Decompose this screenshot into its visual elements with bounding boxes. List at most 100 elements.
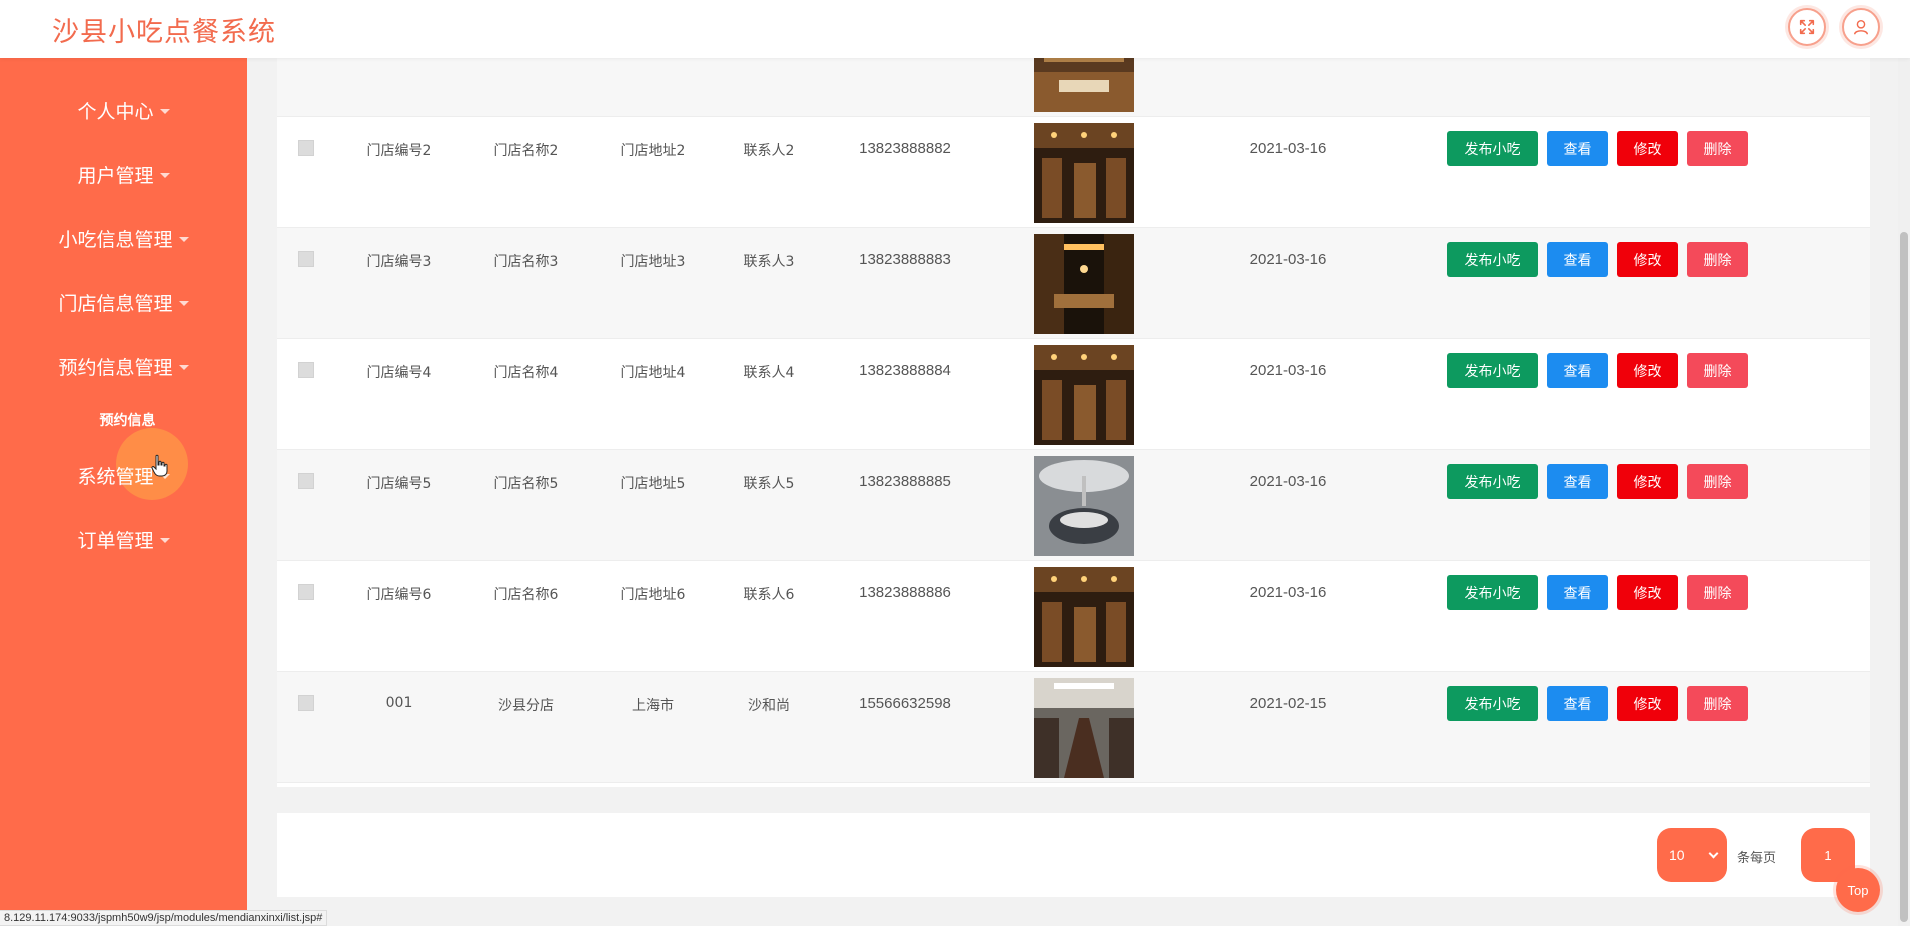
pagination: 10 条每页 1	[277, 813, 1870, 897]
store-image	[1034, 234, 1134, 334]
view-button[interactable]: 查看	[1547, 353, 1608, 388]
scrollbar-thumb[interactable]	[1900, 232, 1908, 922]
row-checkbox[interactable]	[298, 584, 314, 600]
view-button[interactable]: 查看	[1547, 464, 1608, 499]
delete-button[interactable]: 删除	[1687, 464, 1748, 499]
fullscreen-icon	[1799, 19, 1815, 35]
cell-store-name: 门店名称2	[493, 143, 559, 159]
cell-store-code: 门店编号5	[366, 476, 432, 492]
store-image	[1034, 456, 1134, 556]
sidebar-item-personal-center[interactable]: 个人中心	[0, 90, 247, 130]
cell-contact: 联系人2	[743, 143, 795, 159]
table-row	[277, 58, 1870, 117]
edit-button[interactable]: 修改	[1617, 131, 1678, 166]
cell-store-name: 门店名称5	[493, 476, 559, 492]
cell-store-code: 门店编号4	[366, 365, 432, 381]
row-checkbox[interactable]	[298, 473, 314, 489]
table-row: 门店编号5 门店名称5 门店地址5 联系人5 13823888885 2021-…	[277, 450, 1870, 561]
view-button[interactable]: 查看	[1547, 686, 1608, 721]
app-title: 沙县小吃点餐系统	[52, 17, 276, 48]
cell-store-code: 门店编号6	[366, 587, 432, 603]
sidebar-item-label: 小吃信息管理	[58, 228, 173, 251]
store-table: 门店编号2 门店名称2 门店地址2 联系人2 13823888882 2021-…	[277, 58, 1870, 787]
row-checkbox[interactable]	[298, 695, 314, 711]
cell-store-address: 门店地址6	[620, 587, 686, 603]
sidebar-item-label: 用户管理	[77, 164, 154, 187]
sidebar-item-label: 预约信息管理	[58, 356, 173, 379]
sidebar-item-store-management[interactable]: 门店信息管理	[0, 282, 247, 322]
hand-cursor-icon	[151, 454, 168, 477]
view-button[interactable]: 查看	[1547, 131, 1608, 166]
caret-down-icon	[178, 300, 189, 306]
cell-store-code: 门店编号2	[366, 143, 432, 159]
caret-down-icon	[159, 108, 170, 114]
store-image	[1034, 345, 1134, 445]
sidebar-item-snack-management[interactable]: 小吃信息管理	[0, 218, 247, 258]
view-button[interactable]: 查看	[1547, 575, 1608, 610]
cell-store-name: 门店名称4	[493, 365, 559, 381]
sidebar-item-reservation-management[interactable]: 预约信息管理	[0, 346, 247, 386]
sidebar-item-label: 个人中心	[77, 100, 154, 123]
publish-snack-button[interactable]: 发布小吃	[1447, 242, 1538, 277]
cell-contact: 联系人4	[743, 365, 795, 381]
edit-button[interactable]: 修改	[1617, 686, 1678, 721]
edit-button[interactable]: 修改	[1617, 464, 1678, 499]
cell-contact: 联系人5	[743, 476, 795, 492]
table-row: 门店编号3 门店名称3 门店地址3 联系人3 13823888883 2021-…	[277, 228, 1870, 339]
delete-button[interactable]: 删除	[1687, 131, 1748, 166]
publish-snack-button[interactable]: 发布小吃	[1447, 131, 1538, 166]
user-button[interactable]	[1842, 8, 1880, 46]
cell-phone: 15566632598	[859, 695, 951, 712]
cell-store-address: 门店地址4	[620, 365, 686, 381]
caret-down-icon	[159, 172, 170, 178]
view-button[interactable]: 查看	[1547, 242, 1608, 277]
cell-date: 2021-03-16	[1249, 140, 1327, 157]
sidebar-item-label: 订单管理	[77, 529, 154, 552]
cell-store-address: 门店地址2	[620, 143, 686, 159]
cell-store-code: 门店编号3	[366, 254, 432, 270]
store-image	[1034, 58, 1134, 112]
row-checkbox[interactable]	[298, 140, 314, 156]
cell-phone: 13823888885	[859, 473, 951, 490]
delete-button[interactable]: 删除	[1687, 686, 1748, 721]
delete-button[interactable]: 删除	[1687, 242, 1748, 277]
edit-button[interactable]: 修改	[1617, 575, 1678, 610]
cell-store-name: 沙县分店	[498, 698, 554, 714]
sidebar-item-system-management[interactable]: 系统管理	[0, 455, 247, 495]
sidebar-item-order-management[interactable]: 订单管理	[0, 519, 247, 559]
cell-store-address: 门店地址3	[620, 254, 686, 270]
publish-snack-button[interactable]: 发布小吃	[1447, 575, 1538, 610]
cell-date: 2021-02-15	[1249, 695, 1327, 712]
fullscreen-button[interactable]	[1788, 8, 1826, 46]
cell-store-address: 门店地址5	[620, 476, 686, 492]
table-row: 门店编号2 门店名称2 门店地址2 联系人2 13823888882 2021-…	[277, 117, 1870, 228]
store-image	[1034, 567, 1134, 667]
delete-button[interactable]: 删除	[1687, 353, 1748, 388]
cell-date: 2021-03-16	[1249, 251, 1327, 268]
cell-store-name: 门店名称3	[493, 254, 559, 270]
sidebar: 个人中心 用户管理 小吃信息管理 门店信息管理 预约信息管理 预约信息 系统管理…	[0, 58, 247, 926]
back-to-top-button[interactable]: Top	[1836, 868, 1880, 912]
row-checkbox[interactable]	[298, 251, 314, 267]
publish-snack-button[interactable]: 发布小吃	[1447, 464, 1538, 499]
caret-down-icon	[178, 236, 189, 242]
edit-button[interactable]: 修改	[1617, 353, 1678, 388]
delete-button[interactable]: 删除	[1687, 575, 1748, 610]
cell-date: 2021-03-16	[1249, 362, 1327, 379]
sidebar-item-user-management[interactable]: 用户管理	[0, 154, 247, 194]
sidebar-subitem-reservation-info[interactable]: 预约信息	[0, 406, 247, 434]
caret-down-icon	[178, 364, 189, 370]
publish-snack-button[interactable]: 发布小吃	[1447, 353, 1538, 388]
page-size-select[interactable]: 10	[1657, 828, 1727, 882]
cell-contact: 联系人6	[743, 587, 795, 603]
cell-phone: 13823888883	[859, 251, 951, 268]
cell-phone: 13823888882	[859, 140, 951, 157]
page-size-label: 条每页	[1737, 851, 1777, 866]
table-row: 001 沙县分店 上海市 沙和尚 15566632598 2021-02-15 …	[277, 672, 1870, 783]
cell-contact: 沙和尚	[748, 698, 790, 714]
sidebar-item-label: 系统管理	[77, 465, 154, 488]
publish-snack-button[interactable]: 发布小吃	[1447, 686, 1538, 721]
row-checkbox[interactable]	[298, 362, 314, 378]
sidebar-item-label: 门店信息管理	[58, 292, 173, 315]
edit-button[interactable]: 修改	[1617, 242, 1678, 277]
